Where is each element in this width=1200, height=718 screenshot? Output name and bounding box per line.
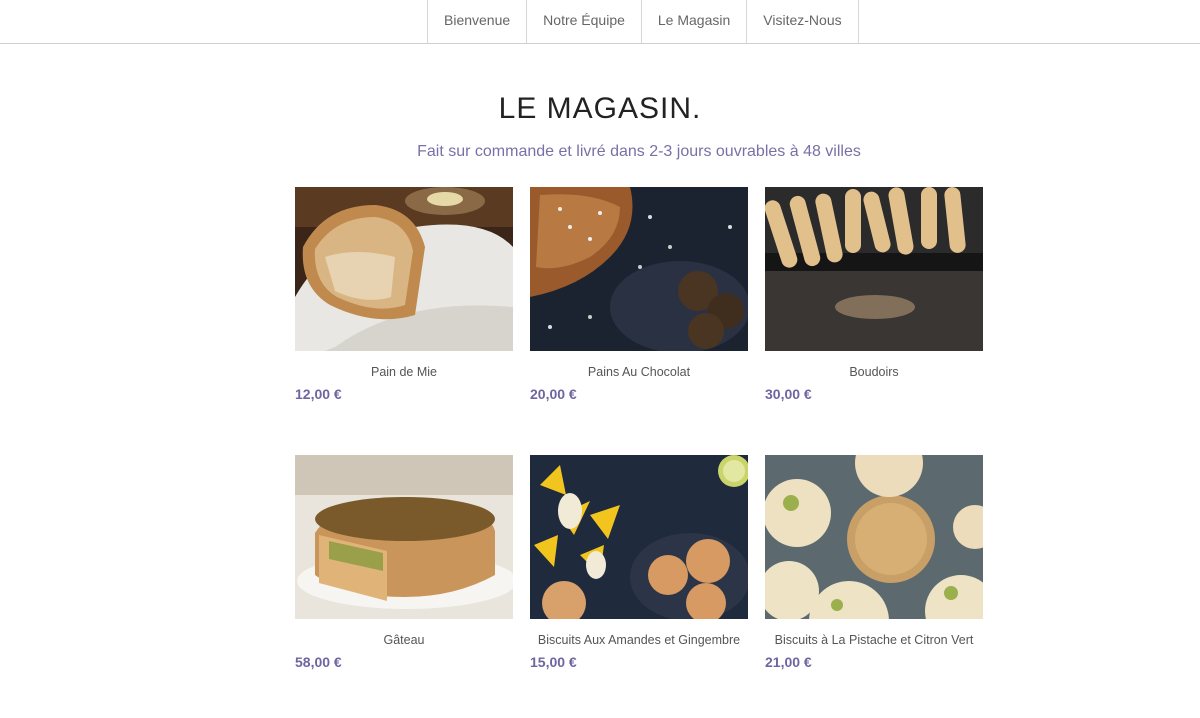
page-title: LE MAGASIN. xyxy=(498,92,702,125)
product-price: 15,00 € xyxy=(530,654,577,670)
product-card[interactable]: Biscuits à La Pistache et Citron Vert 21… xyxy=(765,455,983,670)
product-price: 30,00 € xyxy=(765,386,812,402)
nav-menu: Bienvenue Notre Équipe Le Magasin Visite… xyxy=(427,0,859,43)
product-card[interactable]: Boudoirs 30,00 € xyxy=(765,187,983,402)
product-price: 58,00 € xyxy=(295,654,342,670)
product-card[interactable]: Biscuits Aux Amandes et Gingembre 15,00 … xyxy=(530,455,748,670)
product-name[interactable]: Gâteau xyxy=(295,633,513,647)
product-name[interactable]: Pains Au Chocolat xyxy=(530,365,748,379)
product-card[interactable]: Pains Au Chocolat 20,00 € xyxy=(530,187,748,402)
product-price: 21,00 € xyxy=(765,654,812,670)
product-name[interactable]: Pain de Mie xyxy=(295,365,513,379)
product-card[interactable]: Gâteau 58,00 € xyxy=(295,455,513,670)
top-navigation: Bienvenue Notre Équipe Le Magasin Visite… xyxy=(0,0,1200,44)
nav-item-notre-equipe[interactable]: Notre Équipe xyxy=(527,0,642,43)
product-name[interactable]: Boudoirs xyxy=(765,365,983,379)
product-name[interactable]: Biscuits Aux Amandes et Gingembre xyxy=(530,633,748,647)
page-subtitle: Fait sur commande et livré dans 2-3 jour… xyxy=(417,143,861,160)
product-price: 12,00 € xyxy=(295,386,342,402)
product-grid: Pain de Mie 12,00 € Pains Au Chocolat 20… xyxy=(295,187,983,670)
nav-item-visitez-nous[interactable]: Visitez-Nous xyxy=(747,0,859,43)
bread-loaf-photo[interactable] xyxy=(295,187,513,351)
chocolate-pastry-photo[interactable] xyxy=(530,187,748,351)
quiche-cake-photo[interactable] xyxy=(295,455,513,619)
almond-cookies-photo[interactable] xyxy=(530,455,748,619)
product-price: 20,00 € xyxy=(530,386,577,402)
nav-item-le-magasin[interactable]: Le Magasin xyxy=(642,0,748,43)
nav-item-bienvenue[interactable]: Bienvenue xyxy=(428,0,528,43)
ladyfingers-photo[interactable] xyxy=(765,187,983,351)
product-card[interactable]: Pain de Mie 12,00 € xyxy=(295,187,513,402)
pistachio-cookies-photo[interactable] xyxy=(765,455,983,619)
product-name[interactable]: Biscuits à La Pistache et Citron Vert xyxy=(765,633,983,647)
